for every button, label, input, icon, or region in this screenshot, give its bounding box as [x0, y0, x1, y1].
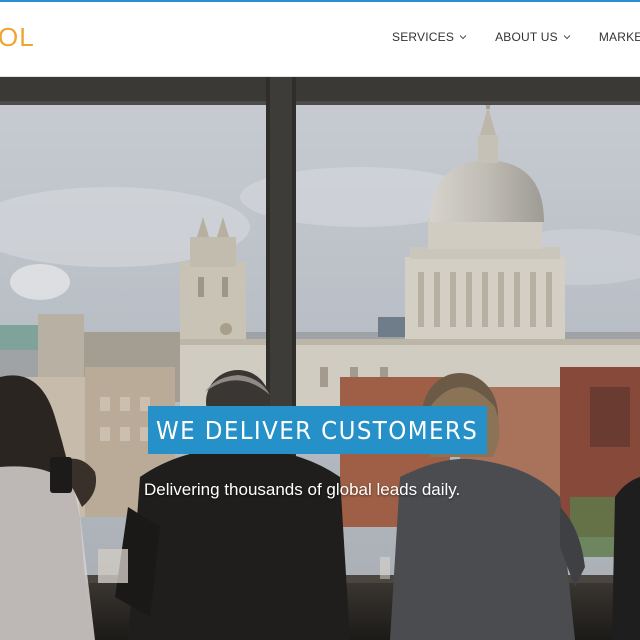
nav-item-services[interactable]: SERVICES — [392, 30, 467, 44]
site-logo[interactable]: OL — [0, 20, 35, 54]
nav-item-markets[interactable]: MARKETS — [599, 30, 640, 44]
chevron-down-icon — [459, 35, 467, 40]
hero-background-image — [0, 77, 640, 640]
nav-item-label: MARKETS — [598, 30, 640, 44]
nav-item-label: ABOUT US — [495, 30, 558, 44]
hero-headline: WE DELIVER CUSTOMERS — [156, 415, 479, 445]
main-nav: SERVICES ABOUT US MARKETS F — [392, 30, 640, 44]
headline-banner: WE DELIVER CUSTOMERS — [148, 406, 487, 454]
hero-subheadline: Delivering thousands of global leads dai… — [144, 480, 461, 499]
hero-section: WE DELIVER CUSTOMERS Delivering thousand… — [0, 77, 640, 640]
nav-item-about-us[interactable]: ABOUT US — [495, 30, 571, 44]
page: OL SERVICES ABOUT US MARKETS — [0, 0, 640, 640]
site-header: OL SERVICES ABOUT US MARKETS — [0, 2, 640, 77]
nav-item-label: SERVICES — [392, 30, 455, 44]
chevron-down-icon — [563, 35, 571, 40]
